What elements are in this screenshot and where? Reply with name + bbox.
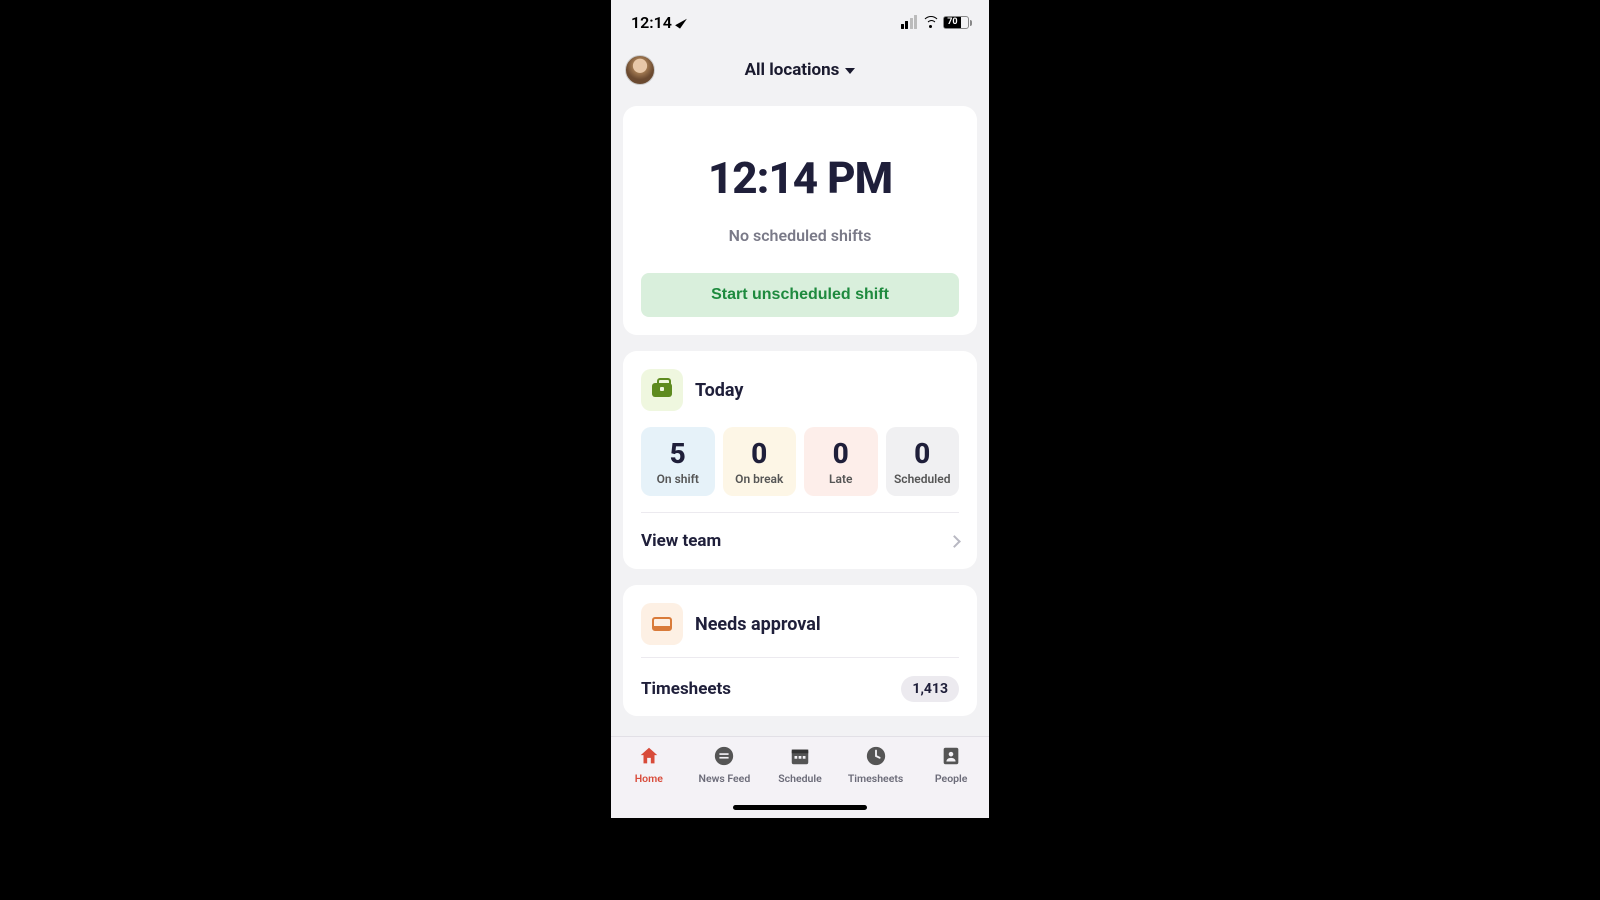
- stat-late[interactable]: 0 Late: [804, 427, 878, 496]
- needs-approval-card: Needs approval Timesheets 1,413: [623, 585, 977, 716]
- stat-late-value: 0: [808, 437, 874, 470]
- wifi-icon: [922, 16, 938, 28]
- clock-card: 12:14 PM No scheduled shifts Start unsch…: [623, 106, 977, 335]
- tab-timesheets-label: Timesheets: [848, 772, 903, 785]
- shift-status: No scheduled shifts: [641, 226, 959, 245]
- today-card: Today 5 On shift 0 On break 0 Late 0 Sch…: [623, 351, 977, 569]
- status-indicators: 70: [901, 15, 970, 29]
- view-team-link[interactable]: View team: [641, 513, 959, 569]
- battery-icon: 70: [943, 16, 969, 29]
- status-time: 12:14: [631, 13, 672, 32]
- location-label: All locations: [745, 60, 840, 80]
- person-icon: [938, 743, 964, 769]
- approval-title: Needs approval: [695, 614, 821, 635]
- tab-people-label: People: [935, 772, 968, 785]
- tab-schedule-label: Schedule: [778, 772, 822, 785]
- tab-home[interactable]: Home: [611, 743, 687, 818]
- today-header: Today: [641, 369, 959, 411]
- stat-on-shift[interactable]: 5 On shift: [641, 427, 715, 496]
- today-stats: 5 On shift 0 On break 0 Late 0 Scheduled: [641, 427, 959, 496]
- app-header: All locations: [611, 44, 989, 96]
- tab-news-label: News Feed: [699, 772, 751, 785]
- timesheets-label: Timesheets: [641, 679, 731, 699]
- stat-scheduled-label: Scheduled: [890, 472, 956, 486]
- approval-header: Needs approval: [641, 603, 959, 645]
- stat-late-label: Late: [808, 472, 874, 486]
- briefcase-icon: [641, 369, 683, 411]
- stat-on-break[interactable]: 0 On break: [723, 427, 797, 496]
- stat-scheduled-value: 0: [890, 437, 956, 470]
- view-team-label: View team: [641, 531, 721, 551]
- content-scroll[interactable]: 12:14 PM No scheduled shifts Start unsch…: [611, 96, 989, 736]
- status-bar: 12:14 70: [611, 0, 989, 44]
- cellular-signal-icon: [901, 15, 918, 29]
- stat-scheduled[interactable]: 0 Scheduled: [886, 427, 960, 496]
- today-title: Today: [695, 380, 744, 401]
- location-dropdown[interactable]: All locations: [745, 60, 856, 80]
- stat-on-break-value: 0: [727, 437, 793, 470]
- phone-frame: 12:14 70 All locations 12:14 PM No sched…: [611, 0, 989, 818]
- location-arrow-icon: [675, 15, 687, 28]
- calendar-icon: [787, 743, 813, 769]
- monitor-icon: [641, 603, 683, 645]
- current-time: 12:14 PM: [641, 152, 959, 204]
- stat-on-break-label: On break: [727, 472, 793, 486]
- tab-home-label: Home: [635, 772, 663, 785]
- stat-on-shift-value: 5: [645, 437, 711, 470]
- status-time-group: 12:14: [631, 13, 684, 32]
- clock-icon: [863, 743, 889, 769]
- avatar[interactable]: [625, 55, 655, 85]
- start-unscheduled-shift-button[interactable]: Start unscheduled shift: [641, 273, 959, 317]
- chat-icon: [711, 743, 737, 769]
- tab-people[interactable]: People: [913, 743, 989, 818]
- stat-on-shift-label: On shift: [645, 472, 711, 486]
- chevron-down-icon: [845, 68, 855, 74]
- timesheets-approval-row[interactable]: Timesheets 1,413: [641, 658, 959, 702]
- home-indicator[interactable]: [733, 805, 867, 810]
- timesheets-count-badge: 1,413: [901, 676, 959, 702]
- battery-level: 70: [944, 17, 961, 28]
- home-icon: [636, 743, 662, 769]
- chevron-right-icon: [948, 535, 961, 548]
